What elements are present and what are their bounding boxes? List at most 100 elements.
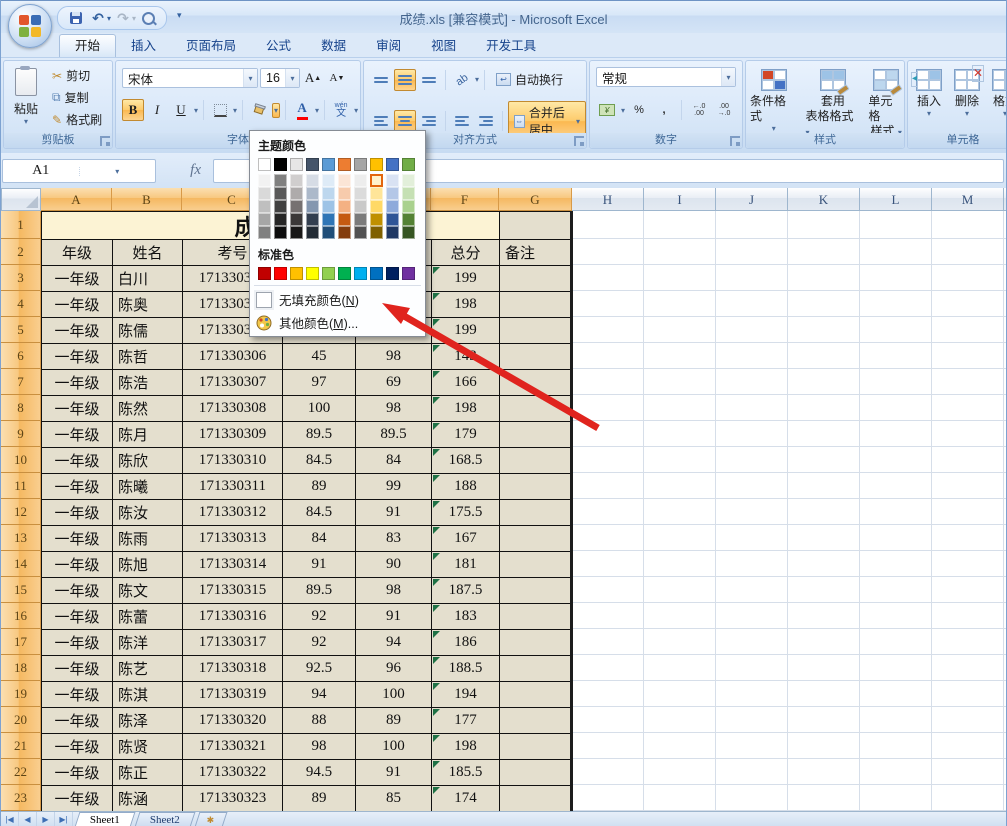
row-header-17[interactable]: 17 [1,629,41,655]
cell-A6[interactable]: 一年级 [42,344,113,370]
theme-variant-swatch[interactable] [402,226,415,239]
cell-styles-button[interactable]: 单元格 样式 ▾ [868,65,904,139]
cell-G7[interactable] [500,370,573,396]
cell-G10[interactable] [500,448,573,474]
theme-variant-swatch[interactable] [274,174,287,187]
row-header-9[interactable]: 9 [1,421,41,447]
name-box-dropdown[interactable]: ▾ [78,166,156,176]
cell-B9[interactable]: 陈月 [113,422,183,448]
row-header-22[interactable]: 22 [1,759,41,785]
ribbon-tab-6[interactable]: 视图 [416,35,471,57]
cell-F23[interactable]: 174 [432,786,500,812]
cell-C17[interactable]: 171330317 [183,630,283,656]
cell-A10[interactable]: 一年级 [42,448,113,474]
cell-A15[interactable]: 一年级 [42,578,113,604]
column-header-B[interactable]: B [112,188,182,211]
currency-format-button[interactable]: ¥ [596,99,618,121]
theme-variant-swatch[interactable] [306,226,319,239]
cell-G17[interactable] [500,630,573,656]
cell-F20[interactable]: 177 [432,708,500,734]
cell-A16[interactable]: 一年级 [42,604,113,630]
theme-variant-swatch[interactable] [370,213,383,226]
cell-C14[interactable]: 171330314 [183,552,283,578]
number-format-combo[interactable]: 常规 ▾ [596,67,736,87]
theme-color-swatch-1[interactable] [274,158,287,171]
theme-color-swatch-4[interactable] [322,158,335,171]
theme-color-swatch-7[interactable] [370,158,383,171]
column-header-F[interactable]: F [431,188,499,211]
cell-B11[interactable]: 陈曦 [113,474,183,500]
cell-A9[interactable]: 一年级 [42,422,113,448]
no-fill-menu-item[interactable]: 无填充颜色(N) [250,288,425,311]
cell-G22[interactable] [500,760,573,786]
theme-variant-swatch[interactable] [322,187,335,200]
cell-F11[interactable]: 188 [432,474,500,500]
grid-area[interactable] [572,211,1006,811]
theme-variant-swatch[interactable] [354,174,367,187]
theme-variant-swatch[interactable] [274,200,287,213]
cell-D9[interactable]: 89.5 [283,422,356,448]
theme-variant-swatch[interactable] [338,174,351,187]
cell-D17[interactable]: 92 [283,630,356,656]
header-cell-6[interactable]: 备注 [500,240,573,266]
format-as-table-button[interactable]: 套用 表格格式 ▾ [806,65,861,139]
cell-G16[interactable] [500,604,573,630]
theme-variant-swatch[interactable] [322,226,335,239]
standard-color-swatch-1[interactable] [274,267,287,280]
cell-D12[interactable]: 84.5 [283,500,356,526]
cell-G19[interactable] [500,682,573,708]
theme-variant-swatch[interactable] [258,226,271,239]
theme-variant-swatch[interactable] [402,213,415,226]
theme-variant-swatch[interactable] [258,187,271,200]
column-header-J[interactable]: J [716,188,788,211]
row-header-1[interactable]: 1 [1,211,41,239]
cell-G4[interactable] [500,292,573,318]
cell-C18[interactable]: 171330318 [183,656,283,682]
cell-C19[interactable]: 171330319 [183,682,283,708]
theme-variant-swatch[interactable] [386,174,399,187]
theme-variant-swatch[interactable] [306,200,319,213]
cell-C11[interactable]: 171330311 [183,474,283,500]
row-header-7[interactable]: 7 [1,369,41,395]
theme-variant-swatch[interactable] [258,174,271,187]
ribbon-tab-0[interactable]: 开始 [59,34,117,57]
cell-E12[interactable]: 91 [356,500,432,526]
cell-D23[interactable]: 89 [283,786,356,812]
cell-D18[interactable]: 92.5 [283,656,356,682]
cell-E13[interactable]: 83 [356,526,432,552]
cell-E20[interactable]: 89 [356,708,432,734]
theme-variant-swatch[interactable] [386,213,399,226]
grow-font-button[interactable]: A ▲ [302,67,324,89]
column-header-A[interactable]: A [41,188,112,211]
paste-button[interactable]: 粘贴 ▾ [8,65,44,133]
cell-A12[interactable]: 一年级 [42,500,113,526]
cell-F22[interactable]: 185.5 [432,760,500,786]
standard-color-swatch-9[interactable] [402,267,415,280]
cell-A19[interactable]: 一年级 [42,682,113,708]
cell-C20[interactable]: 171330320 [183,708,283,734]
shrink-font-button[interactable]: A ▼ [326,67,348,89]
sheet-tab-sheet1[interactable]: Sheet1 [74,812,136,826]
theme-variant-swatch[interactable] [290,200,303,213]
cell-E10[interactable]: 84 [356,448,432,474]
cell-A7[interactable]: 一年级 [42,370,113,396]
comma-style-button[interactable]: , [653,99,675,121]
theme-variant-swatch[interactable] [306,187,319,200]
borders-button[interactable] [209,99,231,121]
theme-variant-swatch[interactable] [386,200,399,213]
cell-E16[interactable]: 91 [356,604,432,630]
theme-variant-swatch[interactable] [386,187,399,200]
theme-variant-swatch[interactable] [386,226,399,239]
row-header-13[interactable]: 13 [1,525,41,551]
theme-color-swatch-9[interactable] [402,158,415,171]
cell-F5[interactable]: 199 [432,318,500,344]
conditional-formatting-button[interactable]: 条件格式 ▾ [750,65,798,134]
cell-E6[interactable]: 98 [356,344,432,370]
cell-B16[interactable]: 陈蕾 [113,604,183,630]
cell-E22[interactable]: 91 [356,760,432,786]
cell-C6[interactable]: 171330306 [183,344,283,370]
column-header-L[interactable]: L [860,188,932,211]
cell-C7[interactable]: 171330307 [183,370,283,396]
row-header-20[interactable]: 20 [1,707,41,733]
cell-B22[interactable]: 陈正 [113,760,183,786]
